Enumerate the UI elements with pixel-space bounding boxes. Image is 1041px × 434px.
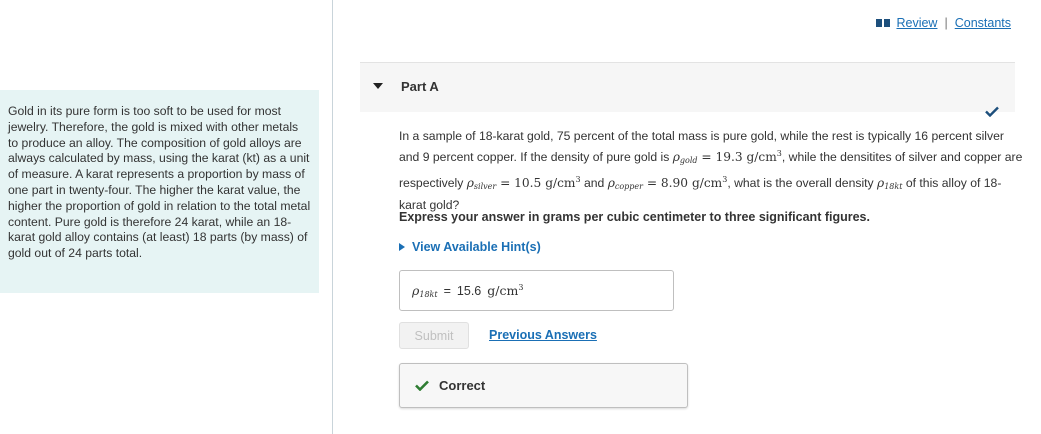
view-hints-toggle[interactable]: View Available Hint(s) (399, 240, 541, 254)
question-part: and (580, 175, 608, 190)
link-separator: | (944, 16, 948, 30)
rho-symbol: ρ (607, 175, 615, 190)
subscript: gold (679, 156, 698, 166)
hints-label: View Available Hint(s) (412, 240, 541, 254)
checkmark-icon (985, 106, 999, 117)
review-link[interactable]: Review (896, 16, 937, 30)
instruction-text: Express your answer in grams per cubic c… (399, 210, 870, 224)
subscript: copper (614, 181, 643, 191)
subscript: 18kt (884, 181, 903, 191)
top-links: Review | Constants (876, 16, 1011, 30)
math-rho-silver: ρsilver = 10.5 g/cm3 (466, 175, 581, 191)
value: = 10.5 g/cm (496, 175, 576, 190)
previous-answers-link[interactable]: Previous Answers (489, 328, 597, 342)
intro-text: Gold in its pure form is too soft to be … (0, 90, 319, 293)
math-rho-18kt: ρ18kt (877, 176, 903, 191)
caret-down-icon (373, 83, 383, 89)
exponent: 3 (518, 283, 524, 292)
math-rho-gold: ρgold = 19.3 g/cm3 (672, 149, 782, 166)
answer-field[interactable]: ρ18kt = 15.6 g/cm3 (399, 270, 674, 311)
answer-value: 15.6 (456, 283, 482, 298)
caret-right-icon (399, 243, 405, 251)
rho-symbol: ρ (466, 175, 474, 190)
value: = 19.3 g/cm (697, 150, 777, 165)
book-icon (876, 18, 891, 28)
part-header[interactable]: Part A (360, 62, 1015, 117)
part-title: Part A (401, 79, 439, 94)
submit-button[interactable]: Submit (399, 322, 469, 349)
unit-text: g/cm (487, 283, 519, 298)
question-part: , what is the overall density (727, 175, 878, 190)
answer-symbol: ρ18kt (412, 283, 438, 299)
subscript: silver (473, 181, 497, 191)
feedback-box: Correct (399, 363, 688, 408)
answer-unit: g/cm3 (487, 283, 523, 298)
panel-divider (332, 0, 333, 434)
subscript: 18kt (419, 289, 438, 299)
value: = 8.90 g/cm (642, 175, 723, 190)
rho-symbol: ρ (672, 150, 680, 165)
feedback-label: Correct (439, 378, 486, 393)
constants-link[interactable]: Constants (955, 16, 1011, 30)
equals-sign: = (443, 283, 451, 298)
left-panel: Gold in its pure form is too soft to be … (0, 0, 333, 434)
question-text: In a sample of 18-karat gold, 75 percent… (399, 127, 1024, 215)
math-rho-copper: ρcopper = 8.90 g/cm3 (607, 175, 728, 191)
checkmark-icon (415, 380, 429, 391)
